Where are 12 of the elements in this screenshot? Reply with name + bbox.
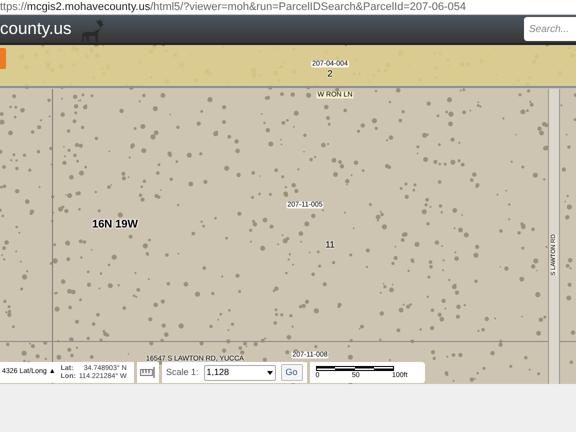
site-title[interactable]: county.us xyxy=(0,16,72,42)
map-lot-number: 11 xyxy=(325,240,335,250)
ruler-icon[interactable] xyxy=(140,367,156,378)
dropdown-caret-icon xyxy=(266,370,273,374)
map-township-label: 16N 19W xyxy=(92,220,138,230)
scale-label: Scale 1: xyxy=(166,366,199,379)
map-lot-number: 2 xyxy=(328,70,332,78)
scale-dropdown[interactable]: 1,128 xyxy=(204,364,276,380)
search-field[interactable]: Search... xyxy=(524,17,576,41)
selected-parcel[interactable] xyxy=(0,46,576,88)
go-button[interactable]: Go xyxy=(280,364,303,381)
panel-tab[interactable] xyxy=(0,48,6,69)
